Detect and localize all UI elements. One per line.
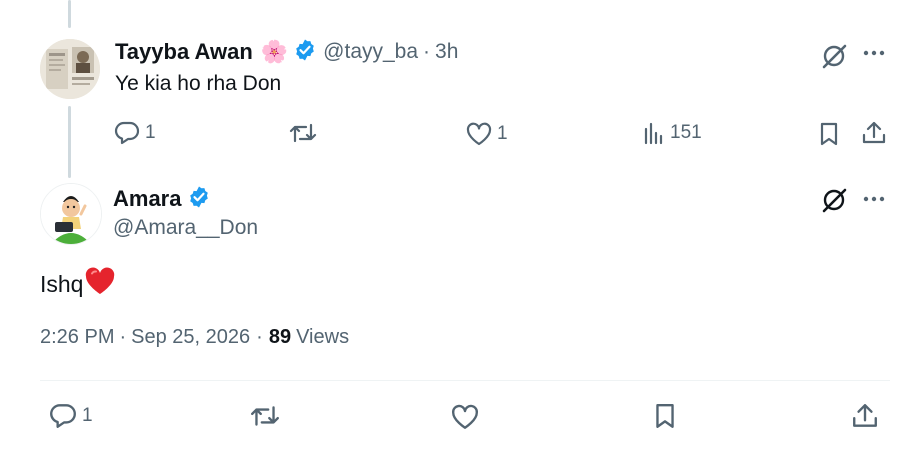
tweet-time[interactable]: 2:26 PM xyxy=(40,326,114,349)
like-button[interactable] xyxy=(450,403,480,431)
tweet-date[interactable]: Sep 25, 2026 xyxy=(131,326,250,349)
more-icon xyxy=(863,50,885,56)
separator: · xyxy=(423,40,431,63)
bookmark-icon xyxy=(820,122,838,146)
thread-line-top xyxy=(68,0,71,28)
like-icon xyxy=(452,404,478,429)
like-button[interactable]: 1 xyxy=(465,121,508,147)
separator: · xyxy=(119,326,127,348)
grok-button[interactable] xyxy=(820,42,848,70)
avatar-image xyxy=(41,184,101,244)
views-icon xyxy=(644,122,663,145)
more-button[interactable] xyxy=(862,48,886,58)
bookmark-icon xyxy=(656,404,674,428)
name-emoji: 🌸 xyxy=(260,39,289,64)
main-author: Amara xyxy=(113,184,211,214)
views-label[interactable]: Views xyxy=(296,326,349,349)
tweet-text-body: Ishq xyxy=(40,270,84,297)
author-name[interactable]: Tayyba Awan xyxy=(115,39,253,65)
grok-button[interactable] xyxy=(820,186,848,214)
reply-header: Tayyba Awan 🌸 @tayy_ba · 3h xyxy=(115,37,458,67)
tweet-text: Ishq xyxy=(40,266,116,302)
reply-icon xyxy=(114,121,140,145)
retweet-icon xyxy=(289,123,317,143)
share-icon xyxy=(853,404,877,427)
like-count: 1 xyxy=(497,123,508,144)
avatar-amara[interactable] xyxy=(40,183,102,245)
reply-count: 1 xyxy=(82,405,93,426)
tweet-age[interactable]: 3h xyxy=(435,40,458,64)
divider xyxy=(40,380,890,381)
more-icon xyxy=(863,196,885,202)
retweet-button[interactable] xyxy=(249,403,281,429)
share-button[interactable] xyxy=(861,120,887,146)
avatar-tayyba[interactable] xyxy=(40,39,100,99)
reply-icon xyxy=(50,404,76,428)
reply-count: 1 xyxy=(145,122,156,143)
tweet-meta: 2:26 PM · Sep 25, 2026 · 89 Views xyxy=(40,326,349,349)
bookmark-button[interactable] xyxy=(653,402,677,430)
like-icon xyxy=(466,122,492,146)
verified-badge-icon xyxy=(187,185,211,214)
views-count[interactable]: 89 xyxy=(269,326,291,349)
reply-button[interactable]: 1 xyxy=(48,402,93,430)
retweet-icon xyxy=(251,406,279,426)
grok-icon xyxy=(822,188,847,213)
bookmark-button[interactable] xyxy=(818,121,840,147)
views-count: 151 xyxy=(670,122,702,143)
share-button[interactable] xyxy=(851,402,879,430)
thread-line-connector xyxy=(68,106,71,178)
reply-button[interactable]: 1 xyxy=(113,120,156,146)
views-button[interactable]: 151 xyxy=(642,121,702,145)
retweet-button[interactable] xyxy=(288,121,318,145)
grok-icon xyxy=(822,44,847,69)
red-heart-icon xyxy=(84,266,116,302)
handle[interactable]: @Amara__Don xyxy=(113,216,258,240)
separator: · xyxy=(256,326,263,348)
reply-text: Ye kia ho rha Don xyxy=(115,72,282,95)
share-icon xyxy=(862,121,886,144)
author-name[interactable]: Amara xyxy=(113,186,181,212)
avatar-image xyxy=(40,39,100,99)
handle[interactable]: @tayy_ba xyxy=(323,40,418,64)
verified-badge-icon xyxy=(293,38,317,67)
more-button[interactable] xyxy=(862,194,886,204)
